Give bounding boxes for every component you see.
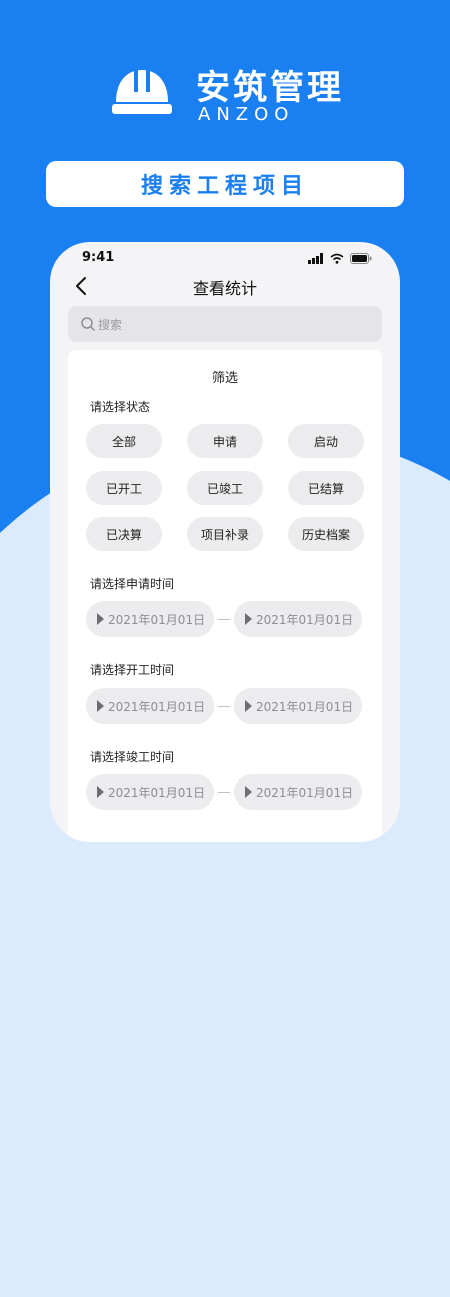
status-icons: [308, 252, 372, 264]
brand-title: 安筑管理: [196, 68, 344, 108]
banner-label: 搜索工程项目: [140, 174, 309, 199]
complete-end-date[interactable]: 2021年01月01日: [234, 774, 362, 810]
search-input[interactable]: 搜索: [68, 306, 382, 342]
triangle-icon: [97, 700, 104, 712]
wifi-icon: [330, 253, 344, 264]
status-chip-settled[interactable]: 已结算: [288, 471, 364, 505]
start-end-date[interactable]: 2021年01月01日: [234, 688, 362, 724]
date-range-dash: [218, 792, 230, 793]
status-chip-archive[interactable]: 历史档案: [288, 517, 364, 551]
page-title: 查看统计: [192, 279, 257, 298]
date-value: 2021年01月01日: [256, 700, 354, 714]
nav-bar: 查看统计: [50, 272, 400, 302]
status-chip-started[interactable]: 已开工: [86, 471, 162, 505]
status-chip-final-accounts[interactable]: 已决算: [86, 517, 162, 551]
status-chip-apply[interactable]: 申请: [187, 424, 263, 458]
complete-start-date[interactable]: 2021年01月01日: [86, 774, 214, 810]
battery-icon: [350, 252, 372, 264]
start-time-label: 请选择开工时间: [90, 663, 175, 677]
apply-end-date[interactable]: 2021年01月01日: [234, 601, 362, 637]
date-range-dash: [218, 619, 230, 620]
triangle-icon: [245, 700, 252, 712]
date-value: 2021年01月01日: [108, 613, 206, 627]
status-label: 请选择状态: [90, 400, 151, 414]
brand-header: 安筑管理 ANZOO: [110, 60, 370, 130]
date-value: 2021年01月01日: [256, 613, 354, 627]
status-chip-completed[interactable]: 已竣工: [187, 471, 263, 505]
helmet-icon: [112, 66, 172, 114]
date-value: 2021年01月01日: [108, 700, 206, 714]
apply-time-label: 请选择申请时间: [90, 577, 175, 591]
phone-mockup: 9:41 查看统计 搜索 筛选 请选择状态 全部 申请 启动 已开工 已竣工 已…: [50, 242, 400, 842]
status-time: 9:41: [82, 250, 115, 265]
status-chip-all[interactable]: 全部: [86, 424, 162, 458]
triangle-icon: [245, 786, 252, 798]
triangle-icon: [97, 613, 104, 625]
filter-title: 筛选: [211, 371, 238, 386]
search-placeholder: 搜索: [98, 318, 123, 332]
triangle-icon: [97, 786, 104, 798]
complete-time-label: 请选择竣工时间: [90, 750, 175, 764]
date-value: 2021年01月01日: [108, 786, 206, 800]
status-bar: 9:41: [50, 242, 400, 272]
brand-subtitle: ANZOO: [198, 104, 295, 125]
filter-card: 筛选 请选择状态 全部 申请 启动 已开工 已竣工 已结算 已决算 项目补录 历…: [68, 350, 382, 842]
search-project-banner[interactable]: 搜索工程项目: [46, 161, 404, 207]
date-value: 2021年01月01日: [256, 786, 354, 800]
search-icon: [81, 317, 95, 331]
apply-start-date[interactable]: 2021年01月01日: [86, 601, 214, 637]
signal-icon: [308, 252, 323, 264]
date-range-dash: [218, 706, 230, 707]
start-start-date[interactable]: 2021年01月01日: [86, 688, 214, 724]
triangle-icon: [245, 613, 252, 625]
status-chip-start[interactable]: 启动: [288, 424, 364, 458]
status-chip-supplement[interactable]: 项目补录: [187, 517, 263, 551]
